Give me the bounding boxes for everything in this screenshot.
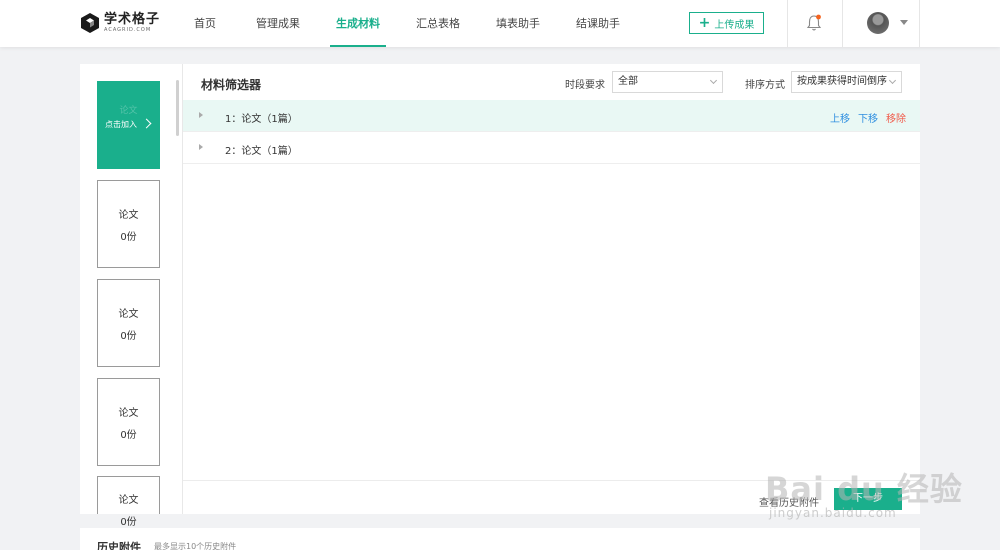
sort-select[interactable]: 按成果获得时间倒序 xyxy=(791,71,902,93)
logo-title: 学术格子 xyxy=(104,11,161,27)
material-card[interactable]: 论文 0份 xyxy=(97,476,160,528)
expand-arrow-icon[interactable] xyxy=(199,144,203,150)
chevron-down-icon xyxy=(888,76,897,85)
nav-generate-materials[interactable]: 生成材料 xyxy=(322,0,394,47)
logo-subtitle: ACAGRID.COM xyxy=(104,26,152,33)
material-sidebar: 论文 点击加入 论文 0份 论文 0份 论文 0份 论文 0份 xyxy=(80,64,182,528)
history-section: 历史附件 最多显示10个历史附件 xyxy=(80,528,920,550)
nav-form-assistant[interactable]: 填表助手 xyxy=(482,0,554,47)
filter-title: 材料筛选器 xyxy=(201,78,262,92)
material-card-title: 论文 xyxy=(118,309,139,320)
move-down-button[interactable]: 下移 xyxy=(858,110,878,125)
move-up-button[interactable]: 上移 xyxy=(830,110,850,125)
main-nav: 首页 管理成果 生成材料 汇总表格 填表助手 结课助手 xyxy=(180,0,634,47)
sort-label: 排序方式 xyxy=(745,80,785,91)
history-title: 历史附件 xyxy=(97,541,141,550)
material-row-text: 1：论文（1篇） xyxy=(225,114,298,125)
add-card-label: 点击加入 xyxy=(105,120,137,129)
add-card-ghost-text: 论文 xyxy=(119,106,138,116)
upload-results-label: 上传成果 xyxy=(714,19,755,31)
header-divider xyxy=(842,0,843,47)
period-select-value: 全部 xyxy=(618,76,638,87)
filter-content: 材料筛选器 时段要求 全部 排序方式 按成果获得时间倒序 1：论文（1篇） 上移… xyxy=(183,64,920,514)
upload-results-button[interactable]: + 上传成果 xyxy=(689,12,764,34)
material-card-title: 论文 xyxy=(118,210,139,221)
history-subtitle: 最多显示10个历史附件 xyxy=(154,542,237,550)
bell-icon[interactable] xyxy=(806,14,822,32)
nav-course-assistant[interactable]: 结课助手 xyxy=(562,0,634,47)
material-row[interactable]: 1：论文（1篇） 上移 下移 移除 xyxy=(183,100,920,132)
sort-select-value: 按成果获得时间倒序 xyxy=(797,76,887,87)
plus-icon: + xyxy=(698,15,711,31)
header-divider xyxy=(787,0,788,47)
view-history-link[interactable]: 查看历史附件 xyxy=(759,494,819,509)
material-row-text: 2：论文（1篇） xyxy=(225,146,298,157)
material-card-count: 0份 xyxy=(120,331,137,342)
logo-cube-icon xyxy=(80,12,100,34)
material-card-title: 论文 xyxy=(118,408,139,419)
remove-button[interactable]: 移除 xyxy=(886,110,906,125)
chevron-right-icon xyxy=(141,118,152,129)
logo[interactable]: 学术格子 ACAGRID.COM xyxy=(80,11,160,35)
period-select[interactable]: 全部 xyxy=(612,71,723,93)
material-card-count: 0份 xyxy=(120,517,137,528)
nav-summary-tables[interactable]: 汇总表格 xyxy=(402,0,474,47)
header-divider xyxy=(919,0,920,47)
material-card[interactable]: 论文 0份 xyxy=(97,378,160,466)
material-row[interactable]: 2：论文（1篇） xyxy=(183,132,920,164)
period-label: 时段要求 xyxy=(565,80,605,91)
nav-manage-results[interactable]: 管理成果 xyxy=(242,0,314,47)
next-step-button[interactable]: 下一步 xyxy=(834,488,902,510)
materials-panel: 论文 点击加入 论文 0份 论文 0份 论文 0份 论文 0份 材料筛选器 时段… xyxy=(80,64,920,528)
avatar[interactable] xyxy=(867,12,889,34)
chevron-down-icon[interactable] xyxy=(900,20,908,25)
expand-arrow-icon[interactable] xyxy=(199,112,203,118)
footer-divider xyxy=(183,480,920,481)
material-card[interactable]: 论文 0份 xyxy=(97,279,160,367)
sidebar-scrollbar[interactable] xyxy=(176,80,179,136)
add-material-card[interactable]: 论文 点击加入 xyxy=(97,81,160,169)
nav-home[interactable]: 首页 xyxy=(180,0,230,47)
top-header: 学术格子 ACAGRID.COM 首页 管理成果 生成材料 汇总表格 填表助手 … xyxy=(0,0,1000,47)
material-card-count: 0份 xyxy=(120,430,137,441)
material-card[interactable]: 论文 0份 xyxy=(97,180,160,268)
chevron-down-icon xyxy=(709,76,718,85)
material-card-title: 论文 xyxy=(118,495,139,506)
material-card-count: 0份 xyxy=(120,232,137,243)
